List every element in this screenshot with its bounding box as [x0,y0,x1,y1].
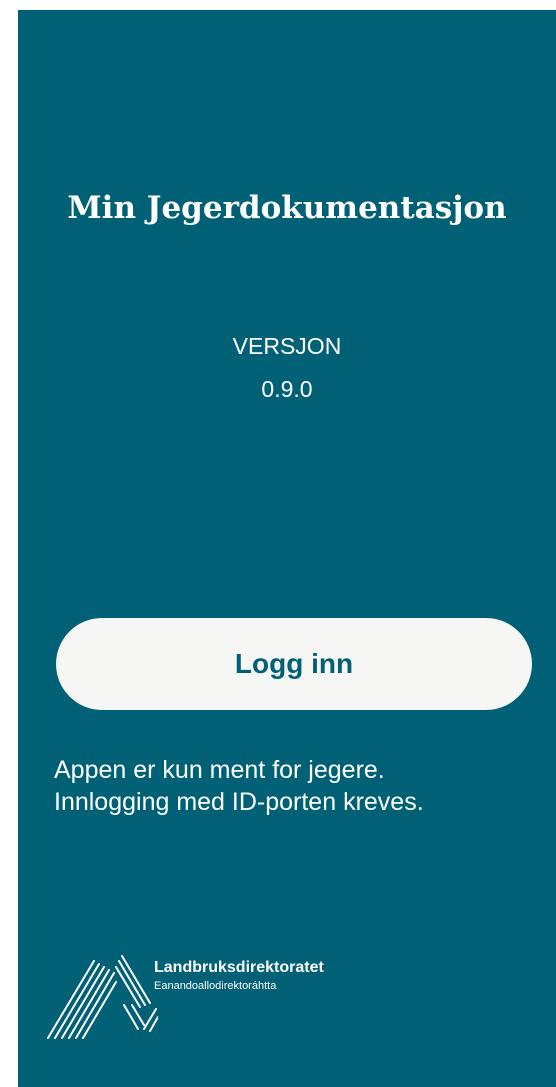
landbruksdirektoratet-logo: Landbruksdirektoratet Eanandoallodirekto… [46,955,346,1040]
login-button[interactable]: Logg inn [56,618,532,710]
logo-subtitle: Eanandoallodirektoráhtta [154,980,277,992]
info-text-line-1: Appen er kun ment for jegere. [54,756,385,784]
landbruksdirektoratet-logo-icon [47,955,158,1039]
info-text: Appen er kun ment for jegere. Innlogging… [54,754,534,818]
logo-name: Landbruksdirektoratet [154,959,324,976]
info-text-line-2: Innlogging med ID-porten kreves. [54,788,424,816]
version-label: VERSJON [232,333,342,359]
version-number: 0.9.0 [261,376,313,402]
login-button-label: Logg inn [234,648,354,679]
login-screen: Min Jegerdokumentasjon VERSJON 0.9.0 Log… [18,10,556,1087]
app-title: Min Jegerdokumentasjon [67,190,507,226]
